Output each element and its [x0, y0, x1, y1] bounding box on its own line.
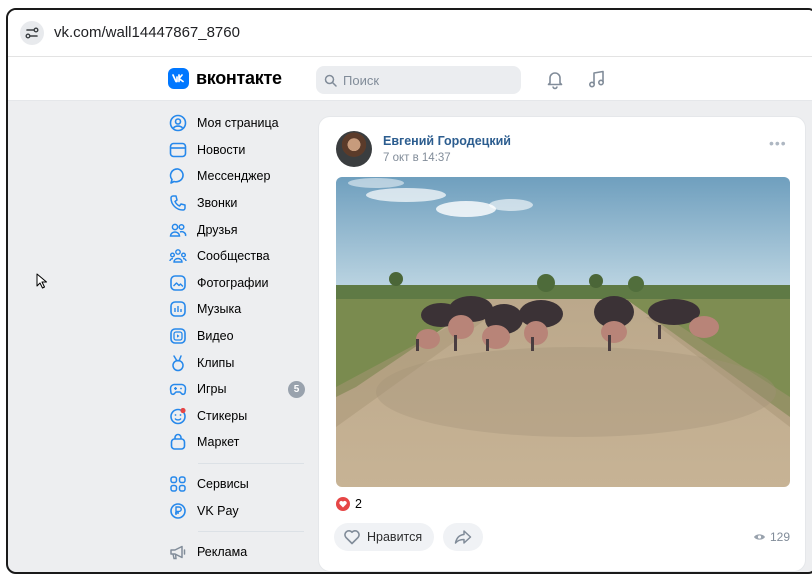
share-button[interactable]: [443, 523, 483, 551]
post-author-name[interactable]: Евгений Городецкий: [383, 134, 511, 148]
sidebar-item-label: Клипы: [197, 355, 235, 370]
sidebar-divider: [198, 462, 304, 464]
heart-icon: [344, 530, 360, 545]
music-icon[interactable]: [586, 68, 608, 90]
left-sidebar: Моя страница Новости Мессенджер Звонки Д…: [168, 110, 308, 566]
sidebar-item-label: Друзья: [197, 222, 238, 237]
sidebar-item-video[interactable]: Видео: [168, 323, 308, 350]
sidebar-item-label: Стикеры: [197, 408, 248, 423]
sidebar-divider: [198, 530, 304, 532]
video-icon: [168, 326, 188, 346]
sidebar-item-photos[interactable]: Фотографии: [168, 270, 308, 297]
search-placeholder: Поиск: [343, 72, 380, 88]
views-counter: 129: [753, 530, 790, 544]
sidebar-item-stickers[interactable]: Стикеры: [168, 403, 308, 430]
sidebar-item-games[interactable]: Игры 5: [168, 376, 308, 403]
sidebar-item-label: Фотографии: [197, 275, 269, 290]
like-button[interactable]: Нравится: [334, 523, 435, 551]
sidebar-item-clips[interactable]: Клипы: [168, 349, 308, 376]
sidebar-item-label: Звонки: [197, 196, 238, 211]
views-count: 129: [770, 530, 791, 544]
clips-icon: [168, 353, 188, 373]
search-input[interactable]: Поиск: [316, 66, 521, 94]
heart-reaction-icon: [336, 497, 350, 511]
photo-icon: [168, 273, 188, 293]
sidebar-item-messenger[interactable]: Мессенджер: [168, 163, 308, 190]
news-icon: [168, 140, 188, 160]
sidebar-item-label: VK Pay: [197, 503, 239, 518]
wall-post: Евгений Городецкий 7 окт в 14:37 ••• 2 Н…: [318, 116, 806, 572]
sidebar-item-label: Мессенджер: [197, 169, 271, 184]
megaphone-icon: [168, 542, 188, 562]
post-date[interactable]: 7 окт в 14:37: [383, 152, 451, 164]
vk-logo[interactable]: вконтакте: [168, 68, 282, 89]
reactions-count: 2: [355, 497, 362, 511]
sidebar-item-music[interactable]: Музыка: [168, 296, 308, 323]
more-options-icon[interactable]: •••: [769, 135, 787, 151]
sidebar-item-services[interactable]: Сервисы: [168, 471, 308, 498]
sticker-icon: [168, 406, 188, 426]
grid-icon: [168, 474, 188, 494]
address-bar[interactable]: vk.com/wall14447867_8760: [8, 10, 812, 57]
sidebar-item-friends[interactable]: Друзья: [168, 216, 308, 243]
author-avatar[interactable]: [336, 131, 372, 167]
message-icon: [168, 166, 188, 186]
sidebar-item-ads[interactable]: Реклама: [168, 539, 308, 566]
sidebar-item-my-page[interactable]: Моя страница: [168, 110, 308, 137]
sidebar-item-label: Музыка: [197, 302, 242, 317]
post-photo[interactable]: [336, 177, 790, 487]
communities-icon: [168, 246, 188, 266]
logo-text: вконтакте: [196, 68, 282, 88]
vkpay-icon: [168, 501, 188, 521]
sidebar-item-news[interactable]: Новости: [168, 137, 308, 164]
sidebar-item-label: Видео: [197, 329, 234, 344]
games-badge: 5: [288, 380, 305, 398]
like-button-label: Нравится: [367, 530, 423, 544]
eye-icon: [754, 534, 765, 540]
browser-window: vk.com/wall14447867_8760 вконтакте Поиск: [6, 8, 812, 574]
share-icon: [454, 530, 472, 544]
vk-logo-icon: [168, 68, 189, 89]
phone-icon: [168, 193, 188, 213]
sidebar-item-label: Сообщества: [197, 249, 270, 264]
sidebar-item-label: Моя страница: [197, 116, 279, 131]
url-text[interactable]: vk.com/wall14447867_8760: [54, 24, 240, 41]
mouse-cursor-icon: [36, 273, 47, 289]
site-info-icon[interactable]: [20, 21, 44, 45]
sidebar-item-label: Сервисы: [197, 477, 249, 492]
sidebar-item-vkpay[interactable]: VK Pay: [168, 497, 308, 524]
sidebar-item-calls[interactable]: Звонки: [168, 190, 308, 217]
vk-header: вконтакте Поиск: [8, 57, 812, 101]
sidebar-item-market[interactable]: Маркет: [168, 429, 308, 456]
user-circle-icon: [168, 113, 188, 133]
gamepad-icon: [168, 379, 188, 399]
sidebar-item-communities[interactable]: Сообщества: [168, 243, 308, 270]
sidebar-item-label: Реклама: [197, 545, 248, 560]
bell-icon[interactable]: [544, 68, 566, 90]
market-bag-icon: [168, 432, 188, 452]
reactions-summary[interactable]: 2: [336, 497, 362, 511]
sidebar-item-label: Маркет: [197, 435, 240, 450]
music-icon: [168, 299, 188, 319]
sidebar-item-label: Игры: [197, 382, 227, 397]
sidebar-item-label: Новости: [197, 142, 246, 157]
friends-icon: [168, 220, 188, 240]
search-icon: [324, 74, 337, 87]
